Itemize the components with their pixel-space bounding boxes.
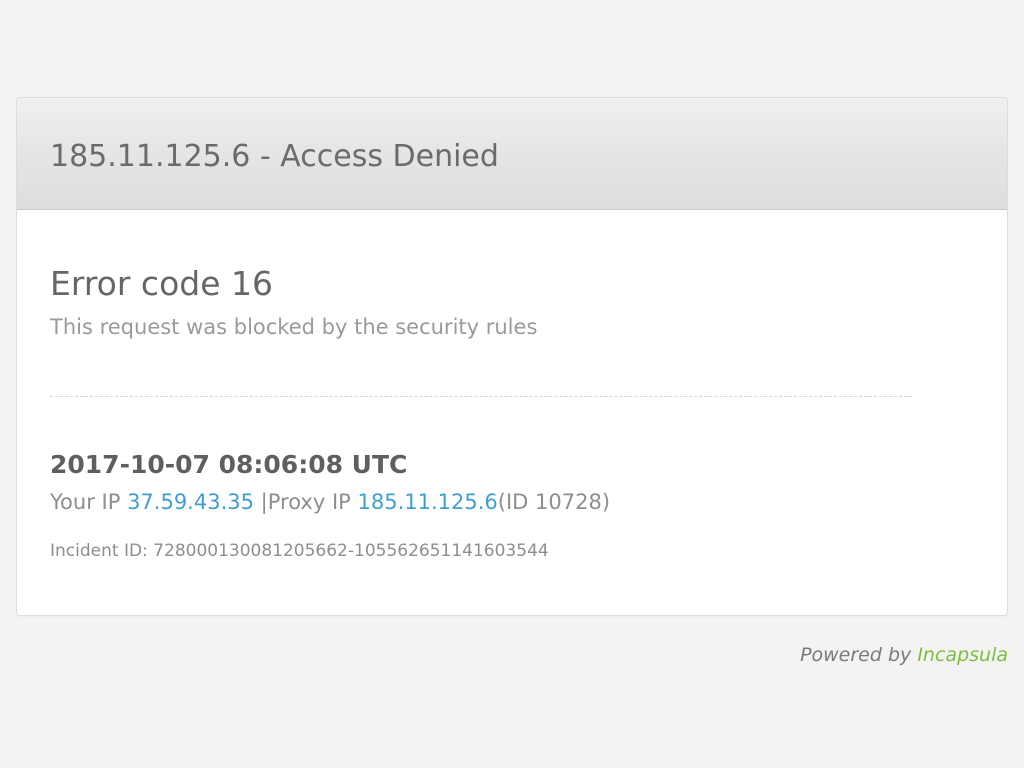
- page-title: 185.11.125.6 - Access Denied: [50, 139, 499, 174]
- incapsula-link[interactable]: Incapsula: [917, 644, 1008, 666]
- your-ip-link[interactable]: 37.59.43.35: [127, 490, 254, 514]
- dashed-divider: [50, 396, 912, 397]
- powered-by-label: Powered by: [800, 644, 912, 666]
- ip-info-line: Your IP 37.59.43.35 |Proxy IP 185.11.125…: [50, 489, 610, 515]
- error-description: This request was blocked by the security…: [50, 315, 538, 339]
- proxy-ip-link[interactable]: 185.11.125.6: [358, 490, 498, 514]
- proxy-ip-label: Proxy IP: [267, 490, 351, 514]
- incident-id: Incident ID: 728000130081205662-10556265…: [50, 541, 549, 561]
- powered-by-footer: Powered by Incapsula: [800, 643, 1008, 667]
- proxy-id: (ID 10728): [497, 490, 611, 514]
- error-code-heading: Error code 16: [50, 264, 273, 303]
- incident-timestamp: 2017-10-07 08:06:08 UTC: [50, 450, 408, 479]
- error-card: 185.11.125.6 - Access Denied Error code …: [16, 97, 1008, 616]
- page: 185.11.125.6 - Access Denied Error code …: [0, 0, 1024, 768]
- ip-separator: |: [260, 490, 268, 514]
- card-header: 185.11.125.6 - Access Denied: [17, 98, 1007, 210]
- your-ip-label: Your IP: [50, 490, 121, 514]
